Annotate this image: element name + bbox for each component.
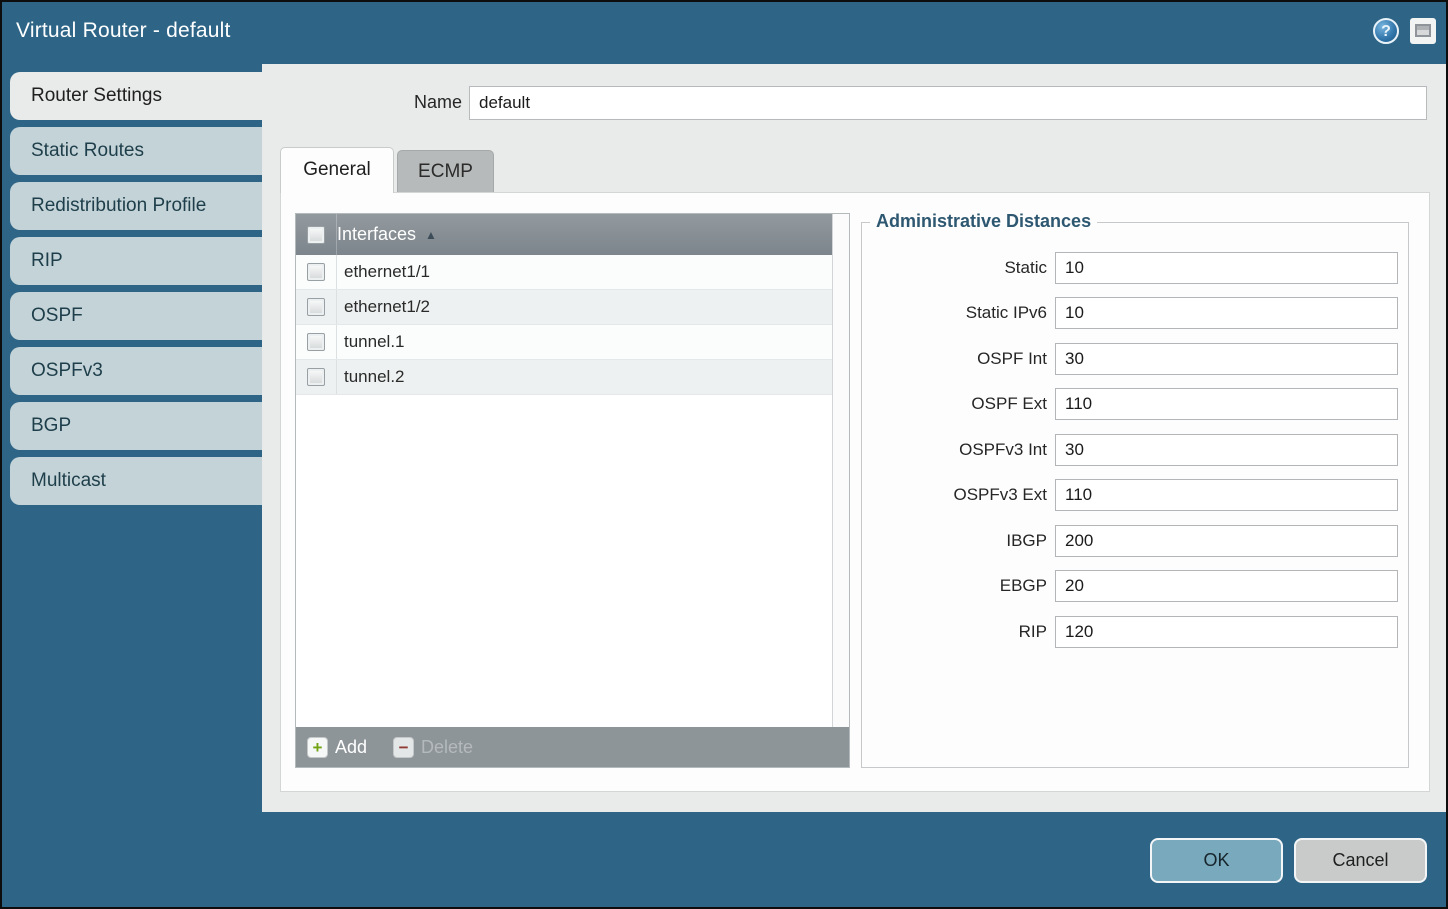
table-row[interactable]: tunnel.1 — [296, 325, 832, 360]
add-button[interactable]: + Add — [307, 737, 367, 758]
ospf-ext-label: OSPF Ext — [862, 394, 1047, 414]
table-row[interactable]: tunnel.2 — [296, 360, 832, 395]
ospf-ext-input[interactable] — [1055, 388, 1398, 420]
main-content: Name General ECMP Interfaces ▲ ethernet1… — [262, 64, 1448, 812]
tab-ecmp[interactable]: ECMP — [397, 150, 494, 193]
interface-name: tunnel.2 — [337, 367, 405, 387]
virtual-router-dialog: Virtual Router - default ? Router Settin… — [0, 0, 1448, 909]
static-ipv6-label: Static IPv6 — [862, 303, 1047, 323]
add-plus-icon: + — [307, 737, 328, 758]
dialog-title: Virtual Router - default — [16, 19, 231, 43]
ospfv3-int-label: OSPFv3 Int — [862, 440, 1047, 460]
admin-distance-row: OSPFv3 Ext — [862, 479, 1408, 511]
ebgp-label: EBGP — [862, 576, 1047, 596]
interfaces-table: Interfaces ▲ ethernet1/1 ethernet1/2 tun… — [295, 213, 850, 768]
administrative-distances-group: Administrative Distances Static Static I… — [861, 222, 1409, 768]
cancel-button[interactable]: Cancel — [1294, 838, 1427, 883]
ospf-int-input[interactable] — [1055, 343, 1398, 375]
sort-ascending-icon[interactable]: ▲ — [425, 228, 437, 242]
table-row[interactable]: ethernet1/1 — [296, 255, 832, 290]
table-scrollbar[interactable] — [832, 214, 849, 727]
ospfv3-int-input[interactable] — [1055, 434, 1398, 466]
window-icon-glyph — [1415, 24, 1431, 37]
admin-distance-row: IBGP — [862, 525, 1408, 557]
window-icon[interactable] — [1410, 18, 1436, 44]
admin-distance-row: RIP — [862, 616, 1408, 648]
admin-distance-row: EBGP — [862, 570, 1408, 602]
row-checkbox[interactable] — [307, 333, 325, 351]
general-tab-panel: Interfaces ▲ ethernet1/1 ethernet1/2 tun… — [280, 192, 1430, 792]
help-icon[interactable]: ? — [1373, 18, 1399, 44]
interface-name: tunnel.1 — [337, 332, 405, 352]
sidebar-item-bgp[interactable]: BGP — [10, 402, 262, 450]
ibgp-input[interactable] — [1055, 525, 1398, 557]
admin-distance-row: Static — [862, 252, 1408, 284]
interface-name: ethernet1/2 — [337, 297, 430, 317]
delete-minus-icon: − — [393, 737, 414, 758]
sidebar-item-redistribution-profile[interactable]: Redistribution Profile — [10, 182, 262, 230]
static-label: Static — [862, 258, 1047, 278]
ospfv3-ext-input[interactable] — [1055, 479, 1398, 511]
sidebar: Router Settings Static Routes Redistribu… — [2, 64, 262, 812]
rip-label: RIP — [862, 622, 1047, 642]
admin-distance-row: Static IPv6 — [862, 297, 1408, 329]
interface-name: ethernet1/1 — [337, 262, 430, 282]
table-footer: + Add − Delete — [296, 727, 849, 767]
sidebar-item-multicast[interactable]: Multicast — [10, 457, 262, 505]
sidebar-item-router-settings[interactable]: Router Settings — [10, 72, 262, 120]
ospfv3-ext-label: OSPFv3 Ext — [862, 485, 1047, 505]
ebgp-input[interactable] — [1055, 570, 1398, 602]
interfaces-column-header[interactable]: Interfaces — [337, 224, 416, 245]
titlebar: Virtual Router - default ? — [2, 2, 1446, 62]
select-all-cell — [296, 214, 337, 255]
delete-button[interactable]: − Delete — [393, 737, 473, 758]
administrative-distances-title: Administrative Distances — [870, 211, 1097, 232]
tab-general[interactable]: General — [280, 147, 394, 193]
row-checkbox[interactable] — [307, 368, 325, 386]
sidebar-item-ospf[interactable]: OSPF — [10, 292, 262, 340]
delete-button-label: Delete — [421, 737, 473, 758]
static-input[interactable] — [1055, 252, 1398, 284]
name-label: Name — [262, 92, 462, 113]
add-button-label: Add — [335, 737, 367, 758]
static-ipv6-input[interactable] — [1055, 297, 1398, 329]
interfaces-table-header[interactable]: Interfaces ▲ — [296, 214, 832, 255]
admin-distance-row: OSPF Ext — [862, 388, 1408, 420]
select-all-checkbox[interactable] — [307, 226, 325, 244]
sidebar-item-static-routes[interactable]: Static Routes — [10, 127, 262, 175]
ospf-int-label: OSPF Int — [862, 349, 1047, 369]
sidebar-item-ospfv3[interactable]: OSPFv3 — [10, 347, 262, 395]
admin-distance-row: OSPFv3 Int — [862, 434, 1408, 466]
sidebar-item-rip[interactable]: RIP — [10, 237, 262, 285]
table-row[interactable]: ethernet1/2 — [296, 290, 832, 325]
name-input[interactable] — [469, 86, 1427, 120]
row-checkbox[interactable] — [307, 298, 325, 316]
ibgp-label: IBGP — [862, 531, 1047, 551]
row-checkbox[interactable] — [307, 263, 325, 281]
rip-input[interactable] — [1055, 616, 1398, 648]
ok-button[interactable]: OK — [1150, 838, 1283, 883]
admin-distance-row: OSPF Int — [862, 343, 1408, 375]
